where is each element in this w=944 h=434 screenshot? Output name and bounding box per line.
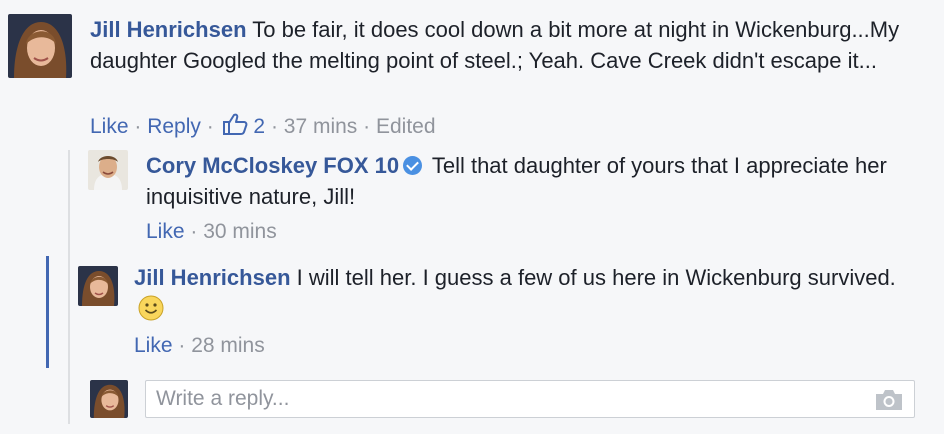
reply-composer (145, 380, 915, 418)
like-link[interactable]: Like (90, 115, 129, 138)
smiley-emoji-icon (138, 295, 164, 321)
thread-line (68, 150, 70, 424)
reply-body: Cory McCloskey FOX 10 Tell that daughter… (146, 150, 906, 212)
composer-avatar (90, 380, 128, 418)
avatar-jill[interactable] (78, 266, 118, 306)
reply-input[interactable] (156, 385, 856, 413)
like-link[interactable]: Like (146, 220, 185, 243)
comment-time[interactable]: 37 mins (284, 115, 358, 138)
like-link[interactable]: Like (134, 334, 173, 357)
edited-label[interactable]: Edited (376, 115, 436, 138)
reply-body: Jill Henrichsen I will tell her. I guess… (134, 262, 914, 324)
reply-time[interactable]: 30 mins (203, 220, 277, 243)
reply-actions: Like · 30 mins (146, 220, 277, 243)
avatar-jill[interactable] (8, 14, 72, 78)
comment-actions: Like · Reply · 2 · 37 mins · Edited (90, 112, 436, 140)
comment-body: Jill Henrichsen To be fair, it does cool… (90, 14, 910, 76)
camera-icon[interactable] (874, 388, 904, 412)
reaction-count-value: 2 (253, 115, 266, 138)
reply-time[interactable]: 28 mins (191, 334, 265, 357)
reply-author[interactable]: Cory McCloskey FOX 10 (146, 153, 399, 178)
reply-actions: Like · 28 mins (134, 334, 265, 357)
reply-link[interactable]: Reply (147, 115, 201, 138)
reply-text: I will tell her. I guess a few of us her… (296, 265, 896, 290)
avatar-cory[interactable] (88, 150, 128, 190)
verified-badge-icon (403, 156, 423, 175)
thumbs-up-icon (222, 113, 247, 135)
reaction-count[interactable]: 2 (220, 113, 266, 138)
comment-author[interactable]: Jill Henrichsen (90, 17, 247, 42)
highlighted-reply-bar (46, 256, 49, 368)
reply-author[interactable]: Jill Henrichsen (134, 265, 291, 290)
